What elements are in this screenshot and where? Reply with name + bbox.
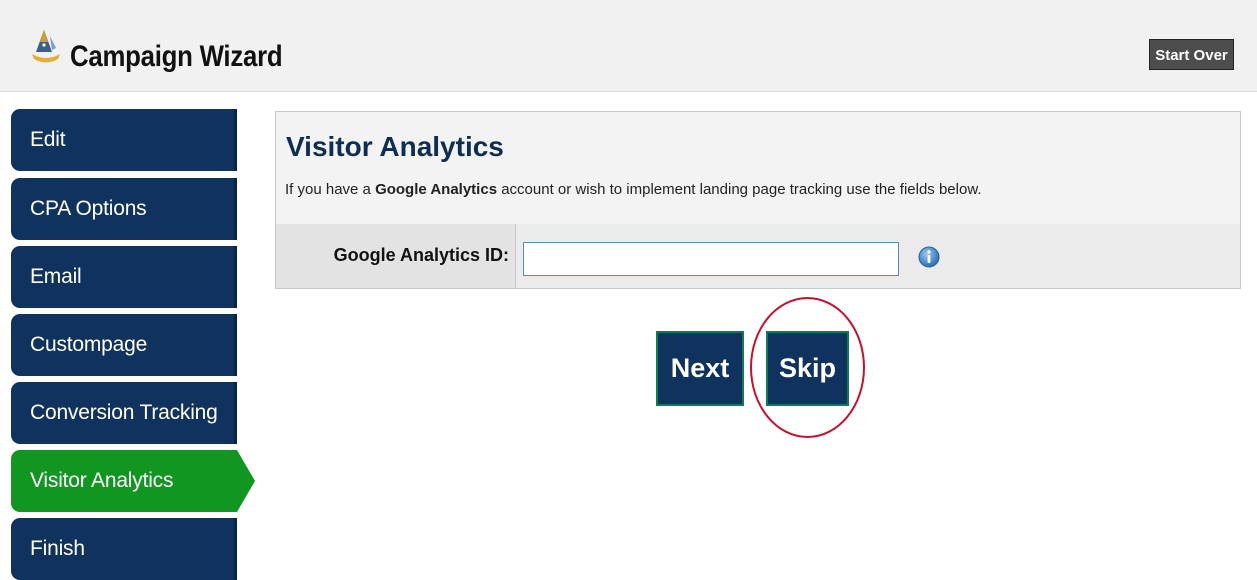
app-title: Campaign Wizard [70,40,283,73]
sidebar-item-finish[interactable]: Finish [11,518,237,580]
sidebar-item-custompage[interactable]: Custompage [11,314,237,376]
sidebar-item-cpa-options[interactable]: CPA Options [11,178,237,240]
description-suffix: account or wish to implement landing pag… [497,181,982,198]
sidebar-item-edit[interactable]: Edit [11,109,237,171]
start-over-button[interactable]: Start Over [1149,39,1234,70]
google-analytics-id-label: Google Analytics ID: [333,245,509,265]
skip-button[interactable]: Skip [766,331,849,406]
panel-header: Visitor Analytics If you have a Google A… [276,112,1240,225]
field-label-cell: Google Analytics ID: [276,224,516,288]
sidebar-item-visitor-analytics[interactable]: Visitor Analytics [11,450,255,512]
header-bar: Campaign Wizard Start Over [0,0,1257,92]
description-highlight: Google Analytics [375,181,498,198]
description-prefix: If you have a [285,181,376,198]
page-title: Visitor Analytics [286,131,504,162]
wizard-hat-icon [32,30,60,63]
sidebar-item-conversion-tracking[interactable]: Conversion Tracking [11,382,237,444]
google-analytics-id-input[interactable] [523,242,899,276]
next-button[interactable]: Next [656,331,744,406]
sidebar-item-email[interactable]: Email [11,246,237,308]
panel-description: If you have a Google Analytics account o… [285,180,982,200]
visitor-analytics-panel: Visitor Analytics If you have a Google A… [275,111,1241,289]
info-icon[interactable] [918,246,940,268]
